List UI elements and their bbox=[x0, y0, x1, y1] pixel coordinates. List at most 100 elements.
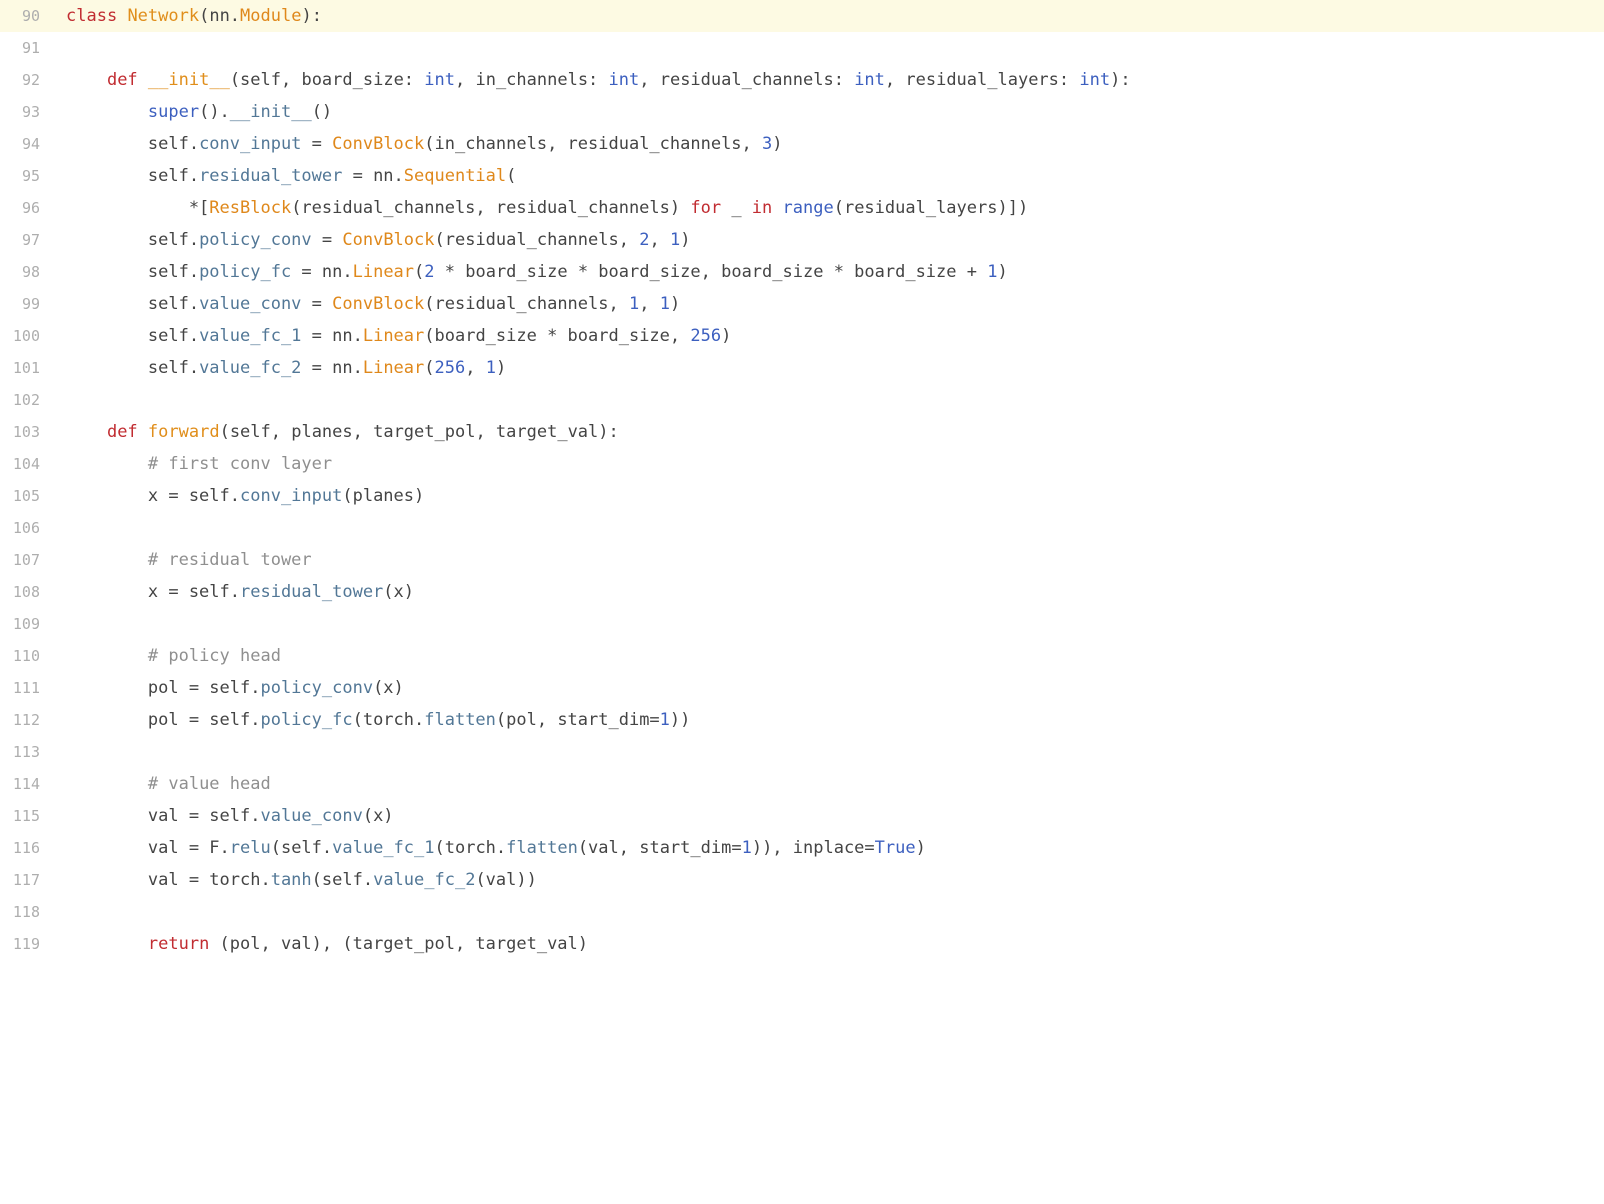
code-content[interactable]: def __init__(self, board_size: int, in_c… bbox=[52, 64, 1604, 96]
token-normal bbox=[66, 776, 148, 793]
line-number: 102 bbox=[0, 384, 52, 416]
code-content[interactable] bbox=[52, 384, 1604, 416]
line-number: 93 bbox=[0, 96, 52, 128]
code-line[interactable]: 113 bbox=[0, 736, 1604, 768]
token-call: policy_conv bbox=[260, 680, 373, 697]
code-content[interactable]: x = self.residual_tower(x) bbox=[52, 576, 1604, 608]
code-line[interactable]: 97 self.policy_conv = ConvBlock(residual… bbox=[0, 224, 1604, 256]
token-comment: # first conv layer bbox=[148, 456, 332, 473]
code-line[interactable]: 112 pol = self.policy_fc(torch.flatten(p… bbox=[0, 704, 1604, 736]
code-content[interactable] bbox=[52, 608, 1604, 640]
token-type: ConvBlock bbox=[332, 136, 424, 153]
line-number: 97 bbox=[0, 224, 52, 256]
code-content[interactable]: self.value_conv = ConvBlock(residual_cha… bbox=[52, 288, 1604, 320]
code-content[interactable]: return (pol, val), (target_pol, target_v… bbox=[52, 928, 1604, 960]
code-content[interactable]: self.conv_input = ConvBlock(in_channels,… bbox=[52, 128, 1604, 160]
code-content[interactable]: self.policy_fc = nn.Linear(2 * board_siz… bbox=[52, 256, 1604, 288]
code-line[interactable]: 118 bbox=[0, 896, 1604, 928]
code-line[interactable]: 115 val = self.value_conv(x) bbox=[0, 800, 1604, 832]
line-number: 115 bbox=[0, 800, 52, 832]
token-comment: # residual tower bbox=[148, 552, 312, 569]
code-line[interactable]: 96 *[ResBlock(residual_channels, residua… bbox=[0, 192, 1604, 224]
code-line[interactable]: 114 # value head bbox=[0, 768, 1604, 800]
code-line[interactable]: 101 self.value_fc_2 = nn.Linear(256, 1) bbox=[0, 352, 1604, 384]
code-content[interactable]: val = torch.tanh(self.value_fc_2(val)) bbox=[52, 864, 1604, 896]
token-normal: , bbox=[649, 232, 669, 249]
token-normal: )) bbox=[670, 712, 690, 729]
token-normal: (self, board_size: bbox=[230, 72, 424, 89]
code-line[interactable]: 111 pol = self.policy_conv(x) bbox=[0, 672, 1604, 704]
code-content[interactable]: # first conv layer bbox=[52, 448, 1604, 480]
token-normal bbox=[66, 552, 148, 569]
code-line[interactable]: 109 bbox=[0, 608, 1604, 640]
token-normal bbox=[66, 72, 107, 89]
token-normal bbox=[138, 72, 148, 89]
token-normal: ) bbox=[997, 264, 1007, 281]
code-content[interactable]: class Network(nn.Module): bbox=[52, 0, 1604, 32]
code-line[interactable]: 103 def forward(self, planes, target_pol… bbox=[0, 416, 1604, 448]
code-line[interactable]: 92 def __init__(self, board_size: int, i… bbox=[0, 64, 1604, 96]
code-content[interactable]: def forward(self, planes, target_pol, ta… bbox=[52, 416, 1604, 448]
code-content[interactable]: self.residual_tower = nn.Sequential( bbox=[52, 160, 1604, 192]
code-line[interactable]: 91 bbox=[0, 32, 1604, 64]
line-number: 95 bbox=[0, 160, 52, 192]
code-content[interactable]: pol = self.policy_fc(torch.flatten(pol, … bbox=[52, 704, 1604, 736]
code-line[interactable]: 99 self.value_conv = ConvBlock(residual_… bbox=[0, 288, 1604, 320]
token-normal: (in_channels, residual_channels, bbox=[424, 136, 762, 153]
token-normal: self. bbox=[66, 232, 199, 249]
code-line[interactable]: 105 x = self.conv_input(planes) bbox=[0, 480, 1604, 512]
code-editor[interactable]: 90class Network(nn.Module):9192 def __in… bbox=[0, 0, 1604, 960]
code-content[interactable] bbox=[52, 736, 1604, 768]
code-content[interactable]: x = self.conv_input(planes) bbox=[52, 480, 1604, 512]
token-normal: = nn. bbox=[342, 168, 403, 185]
token-number: 2 bbox=[424, 264, 434, 281]
token-number: 1 bbox=[742, 840, 752, 857]
code-line[interactable]: 94 self.conv_input = ConvBlock(in_channe… bbox=[0, 128, 1604, 160]
line-number: 109 bbox=[0, 608, 52, 640]
code-line[interactable]: 98 self.policy_fc = nn.Linear(2 * board_… bbox=[0, 256, 1604, 288]
line-number: 108 bbox=[0, 576, 52, 608]
token-normal bbox=[772, 200, 782, 217]
code-line[interactable]: 100 self.value_fc_1 = nn.Linear(board_si… bbox=[0, 320, 1604, 352]
token-call: relu bbox=[230, 840, 271, 857]
line-number: 116 bbox=[0, 832, 52, 864]
code-content[interactable]: # value head bbox=[52, 768, 1604, 800]
code-line[interactable]: 117 val = torch.tanh(self.value_fc_2(val… bbox=[0, 864, 1604, 896]
code-content[interactable]: val = self.value_conv(x) bbox=[52, 800, 1604, 832]
code-line[interactable]: 93 super().__init__() bbox=[0, 96, 1604, 128]
code-line[interactable]: 107 # residual tower bbox=[0, 544, 1604, 576]
code-content[interactable]: self.value_fc_2 = nn.Linear(256, 1) bbox=[52, 352, 1604, 384]
token-comment: # value head bbox=[148, 776, 271, 793]
code-content[interactable] bbox=[52, 32, 1604, 64]
token-normal: (planes) bbox=[342, 488, 424, 505]
code-line[interactable]: 119 return (pol, val), (target_pol, targ… bbox=[0, 928, 1604, 960]
code-line[interactable]: 102 bbox=[0, 384, 1604, 416]
code-line[interactable]: 106 bbox=[0, 512, 1604, 544]
code-content[interactable]: *[ResBlock(residual_channels, residual_c… bbox=[52, 192, 1604, 224]
token-normal: , bbox=[639, 296, 659, 313]
token-normal: () bbox=[312, 104, 332, 121]
code-line[interactable]: 90class Network(nn.Module): bbox=[0, 0, 1604, 32]
line-number: 106 bbox=[0, 512, 52, 544]
token-normal: (self. bbox=[271, 840, 332, 857]
token-normal bbox=[117, 8, 127, 25]
code-content[interactable]: val = F.relu(self.value_fc_1(torch.flatt… bbox=[52, 832, 1604, 864]
code-content[interactable]: # residual tower bbox=[52, 544, 1604, 576]
code-content[interactable] bbox=[52, 896, 1604, 928]
code-content[interactable]: # policy head bbox=[52, 640, 1604, 672]
code-line[interactable]: 104 # first conv layer bbox=[0, 448, 1604, 480]
token-normal: = bbox=[301, 136, 332, 153]
token-comment: # policy head bbox=[148, 648, 281, 665]
line-number: 94 bbox=[0, 128, 52, 160]
code-content[interactable]: pol = self.policy_conv(x) bbox=[52, 672, 1604, 704]
token-normal: ) bbox=[916, 840, 926, 857]
code-content[interactable]: self.policy_conv = ConvBlock(residual_ch… bbox=[52, 224, 1604, 256]
code-content[interactable] bbox=[52, 512, 1604, 544]
code-content[interactable]: super().__init__() bbox=[52, 96, 1604, 128]
code-line[interactable]: 95 self.residual_tower = nn.Sequential( bbox=[0, 160, 1604, 192]
line-number: 114 bbox=[0, 768, 52, 800]
code-content[interactable]: self.value_fc_1 = nn.Linear(board_size *… bbox=[52, 320, 1604, 352]
code-line[interactable]: 110 # policy head bbox=[0, 640, 1604, 672]
code-line[interactable]: 108 x = self.residual_tower(x) bbox=[0, 576, 1604, 608]
code-line[interactable]: 116 val = F.relu(self.value_fc_1(torch.f… bbox=[0, 832, 1604, 864]
